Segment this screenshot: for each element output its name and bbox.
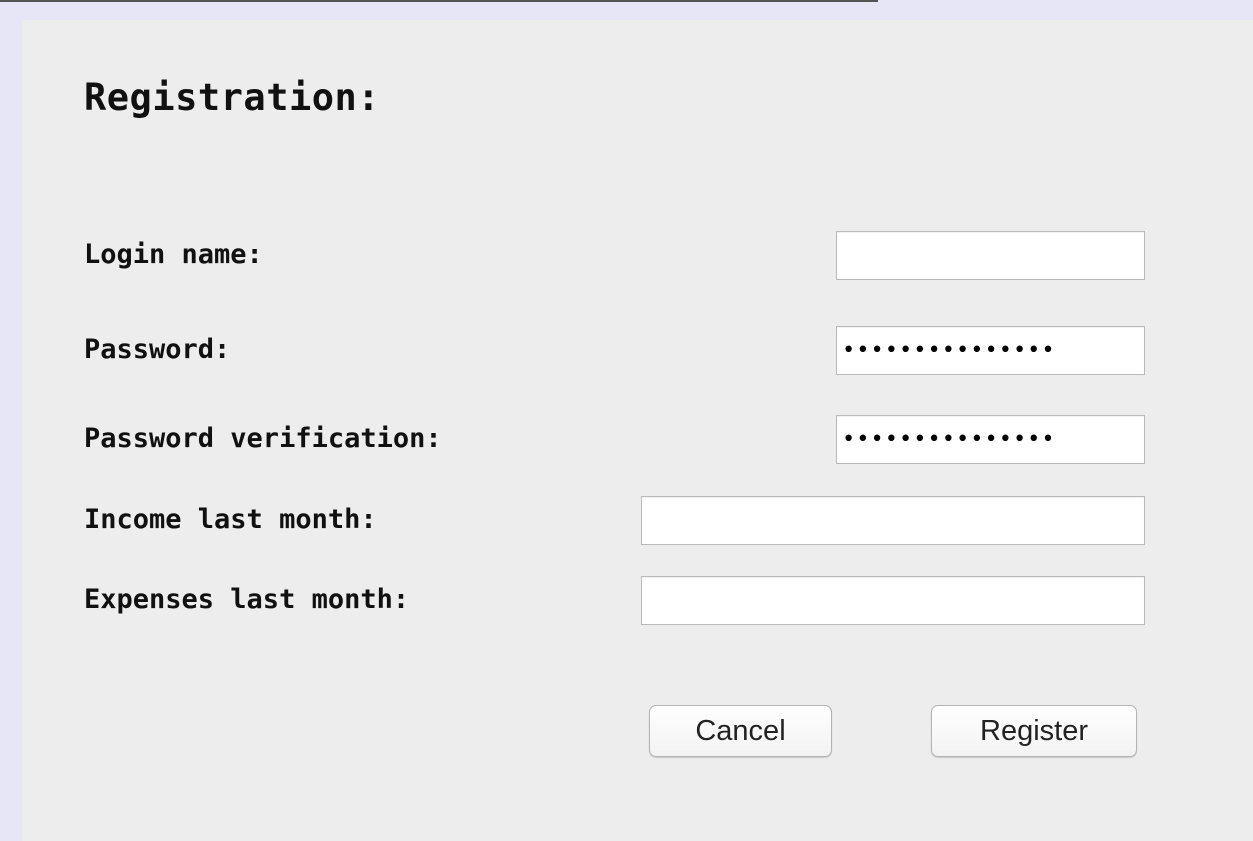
income-last-month-label: Income last month: xyxy=(84,504,377,535)
password-verification-input[interactable] xyxy=(836,415,1145,464)
password-label: Password: xyxy=(84,334,231,365)
expenses-last-month-input[interactable] xyxy=(641,576,1145,625)
expenses-last-month-label: Expenses last month: xyxy=(84,584,410,615)
cancel-button[interactable]: Cancel xyxy=(649,705,832,757)
income-last-month-input[interactable] xyxy=(641,496,1145,545)
password-verification-label: Password verification: xyxy=(84,423,442,454)
register-button[interactable]: Register xyxy=(931,705,1137,757)
registration-dialog: Registration: Login name: Password: Pass… xyxy=(22,20,1253,841)
login-name-input[interactable] xyxy=(836,231,1145,280)
window-top-edge xyxy=(0,0,878,2)
page-title: Registration: xyxy=(84,76,381,119)
password-input[interactable] xyxy=(836,326,1145,375)
login-name-label: Login name: xyxy=(84,239,263,270)
